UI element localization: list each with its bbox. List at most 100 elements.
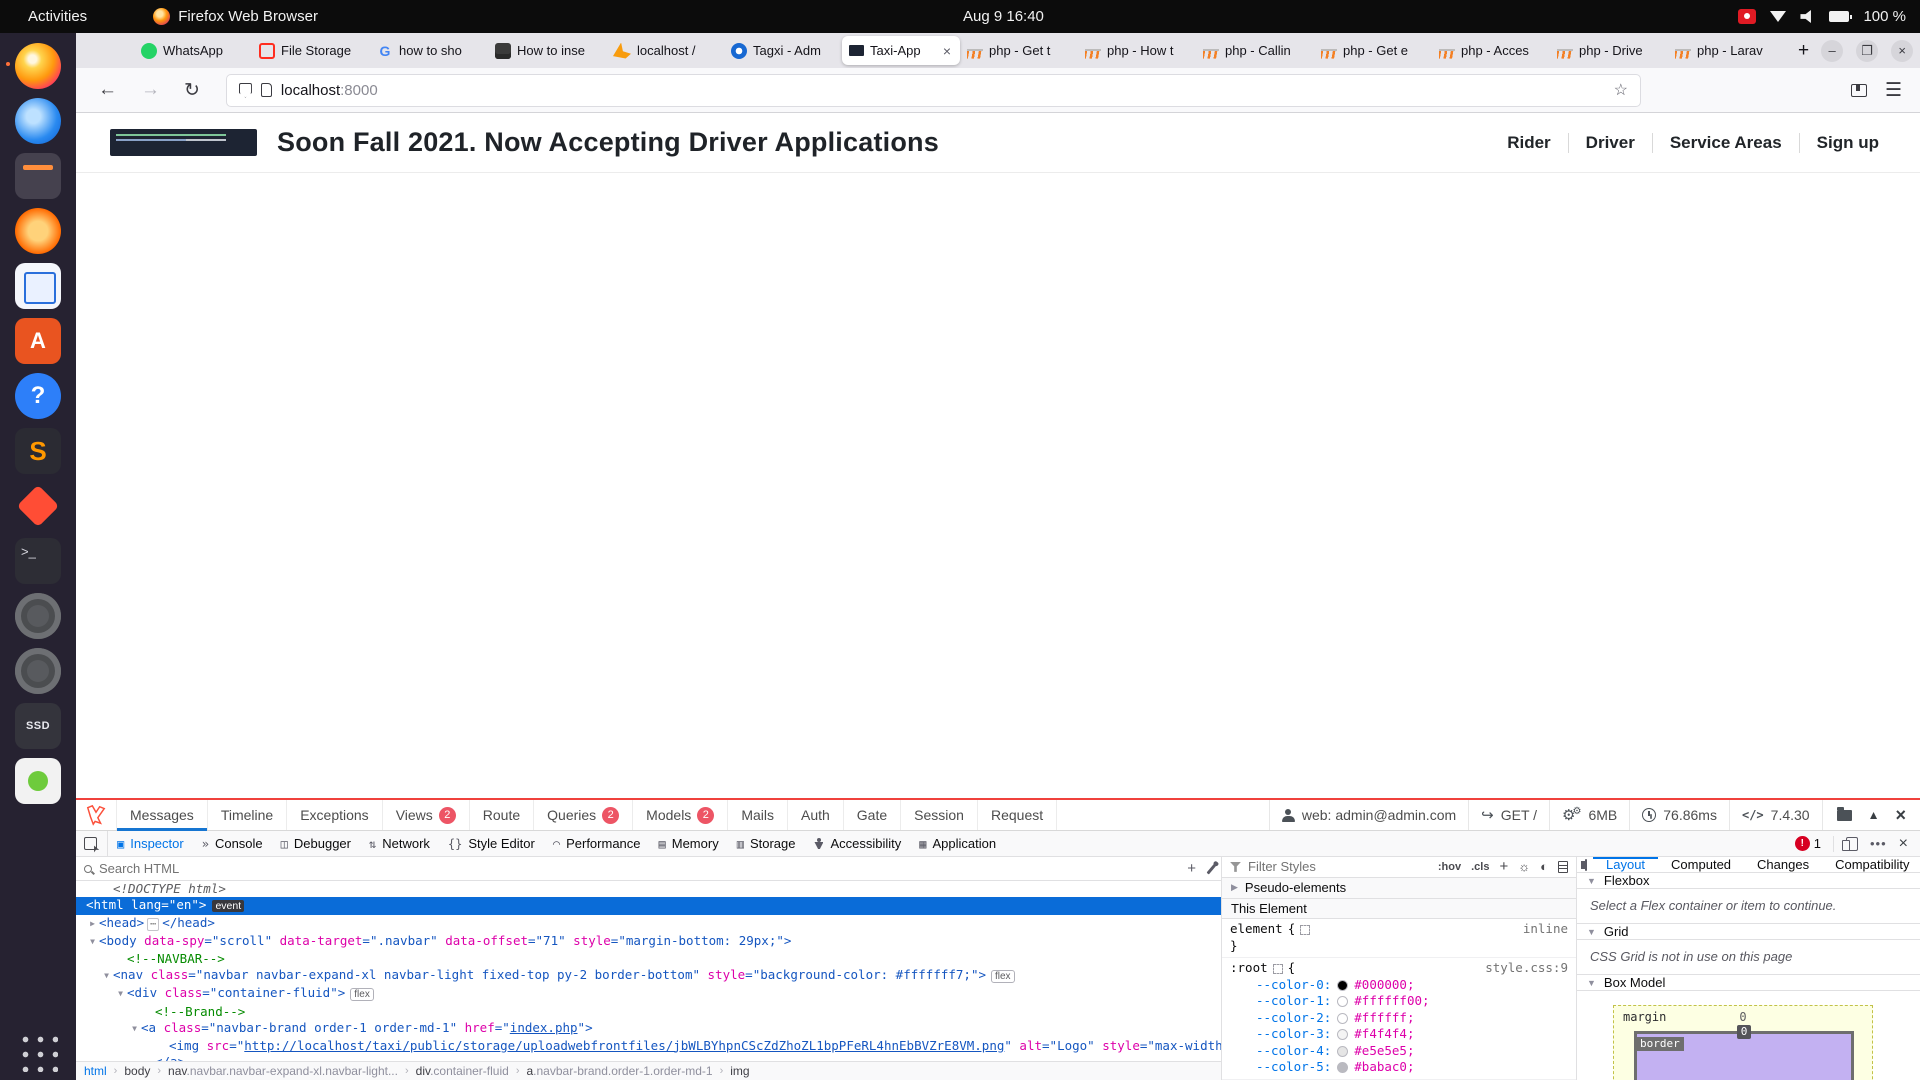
breadcrumb-item-nav[interactable]: nav.navbar.navbar-expand-xl.navbar-light… [168, 1064, 398, 1078]
box-model-margin[interactable]: margin 0 border 0 [1613, 1005, 1873, 1080]
rule-location-link[interactable]: style.css:9 [1485, 960, 1568, 977]
devtools-tab-storage[interactable]: ▥Storage [728, 831, 805, 856]
site-nav-link-rider[interactable]: Rider [1490, 133, 1567, 153]
devtools-menu-icon[interactable]: ••• [1870, 836, 1887, 851]
browser-tab-php-get-e[interactable]: php - Get e [1314, 36, 1432, 65]
site-nav-link-driver[interactable]: Driver [1569, 133, 1652, 153]
sidebar-tab-changes[interactable]: Changes [1744, 857, 1822, 872]
dock-icon-ubuntu-software[interactable]: A [15, 318, 61, 364]
twisty-icon[interactable]: ▼ [86, 934, 99, 950]
color-swatch-icon[interactable] [1337, 996, 1348, 1007]
breadcrumb-item-html[interactable]: html [84, 1064, 107, 1078]
sidebar-toggle-icon[interactable] [1585, 859, 1587, 871]
dock-icon-firefox[interactable] [15, 43, 61, 89]
css-variable-row[interactable]: --color-1:#ffffff00; [1230, 993, 1568, 1010]
debugbar-tab-views[interactable]: Views2 [383, 800, 470, 830]
debugbar-tab-mails[interactable]: Mails [728, 800, 788, 830]
color-swatch-icon[interactable] [1337, 1013, 1348, 1024]
debugbar-tab-gate[interactable]: Gate [844, 800, 901, 830]
root-style-rule[interactable]: :root { style.css:9 --color-0:#000000;--… [1222, 958, 1576, 1080]
dock-icon-libreoffice-writer[interactable] [15, 263, 61, 309]
debugbar-tab-timeline[interactable]: Timeline [208, 800, 287, 830]
markup-row[interactable]: ▼<nav class="navbar navbar-expand-xl nav… [76, 967, 1221, 985]
grid-section-header[interactable]: ▼Grid [1577, 924, 1920, 940]
browser-tab-php-how-t[interactable]: php - How t [1078, 36, 1196, 65]
menu-button[interactable]: ☰ [1885, 79, 1902, 102]
eyedropper-icon[interactable] [1206, 863, 1216, 874]
browser-tab-localhost-[interactable]: localhost / [606, 36, 724, 65]
debugbar-tab-request[interactable]: Request [978, 800, 1057, 830]
devtools-tab-console[interactable]: »Console [193, 831, 272, 856]
sidebar-tab-compatibility[interactable]: Compatibility [1822, 857, 1920, 872]
debugbar-tab-session[interactable]: Session [901, 800, 978, 830]
dock-icon-settings-b[interactable] [15, 648, 61, 694]
devtools-tab-application[interactable]: ▦Application [910, 831, 1005, 856]
markup-row[interactable]: ▼<body data-spy="scroll" data-target=".n… [76, 933, 1221, 950]
dock-icon-sublime-text[interactable]: S [15, 428, 61, 474]
box-model-border[interactable]: border 0 [1634, 1031, 1854, 1080]
css-variable-row[interactable]: --color-0:#000000; [1230, 977, 1568, 994]
site-logo-image[interactable] [110, 129, 257, 156]
print-media-icon[interactable] [1558, 861, 1568, 873]
markup-row[interactable]: </a> [76, 1054, 1221, 1061]
site-nav-link-sign-up[interactable]: Sign up [1800, 133, 1896, 153]
restore-button[interactable]: ❐ [1856, 40, 1878, 62]
toggle-hover-button[interactable]: :hov [1438, 861, 1461, 873]
browser-tab-tagxi-adm[interactable]: Tagxi - Adm [724, 36, 842, 65]
pick-element-button[interactable] [76, 831, 108, 856]
dock-icon-settings-a[interactable] [15, 593, 61, 639]
css-variable-row[interactable]: --color-5:#babac0; [1230, 1059, 1568, 1076]
markup-row[interactable]: ▶<head>⋯</head> [76, 915, 1221, 933]
bookmark-star-icon[interactable]: ☆ [1614, 80, 1628, 100]
border-value[interactable]: 0 [1737, 1025, 1752, 1039]
add-rule-button[interactable]: + [1499, 858, 1508, 875]
dark-theme-icon[interactable]: ◐ [1540, 859, 1548, 874]
devtools-tab-network[interactable]: ⇅Network [360, 831, 439, 856]
markup-row[interactable]: <html lang="en">event [76, 897, 1221, 914]
debugbar-tab-messages[interactable]: Messages [116, 800, 208, 830]
new-tab-button[interactable]: + [1786, 40, 1821, 62]
debugbar-tab-models[interactable]: Models2 [633, 800, 728, 830]
responsive-design-mode-icon[interactable] [1846, 837, 1858, 851]
box-model-section-header[interactable]: ▼Box Model [1577, 975, 1920, 991]
css-variable-row[interactable]: --color-3:#f4f4f4; [1230, 1026, 1568, 1043]
devtools-tab-debugger[interactable]: ◫Debugger [272, 831, 360, 856]
rule-location[interactable]: inline [1523, 921, 1568, 938]
dock-icon-thunderbird[interactable] [15, 98, 61, 144]
browser-tab-whatsapp[interactable]: WhatsApp [134, 36, 252, 65]
devtools-tab-style-editor[interactable]: {}Style Editor [439, 831, 544, 856]
markup-row[interactable]: <!DOCTYPE html> [76, 881, 1221, 897]
save-to-library-icon[interactable] [1851, 84, 1867, 97]
url-bar[interactable]: localhost:8000 ☆ [226, 74, 1641, 107]
laravel-logo-icon[interactable] [76, 800, 116, 830]
devtools-tab-accessibility[interactable]: Accessibility [804, 831, 910, 856]
close-button[interactable]: × [1891, 40, 1913, 62]
color-swatch-icon[interactable] [1337, 1046, 1348, 1057]
browser-tab-php-acces[interactable]: php - Acces [1432, 36, 1550, 65]
markup-row[interactable]: <!--NAVBAR--> [76, 951, 1221, 967]
light-theme-icon[interactable]: ☼ [1518, 859, 1530, 874]
debugbar-tab-auth[interactable]: Auth [788, 800, 844, 830]
dock-icon-help[interactable]: ? [15, 373, 61, 419]
error-count[interactable]: ! 1 [1795, 836, 1821, 851]
browser-tab-php-callin[interactable]: php - Callin [1196, 36, 1314, 65]
clock[interactable]: Aug 9 16:40 [963, 8, 1044, 25]
color-swatch-icon[interactable] [1337, 1062, 1348, 1073]
css-variable-row[interactable]: --color-4:#e5e5e5; [1230, 1043, 1568, 1060]
markup-row[interactable]: <img src="http://localhost/taxi/public/s… [76, 1038, 1221, 1054]
tab-close-icon[interactable]: × [941, 43, 953, 59]
devtools-tab-memory[interactable]: ▤Memory [650, 831, 728, 856]
devtools-tab-inspector[interactable]: ▣Inspector [108, 831, 193, 856]
collapse-icon[interactable]: ▲ [1868, 808, 1880, 822]
debugbar-close-icon[interactable]: × [1895, 806, 1906, 824]
browser-tab-php-get-t[interactable]: php - Get t [960, 36, 1078, 65]
breadcrumb-item-img[interactable]: img [730, 1064, 749, 1078]
minimize-button[interactable]: – [1821, 40, 1843, 62]
back-button[interactable]: ← [86, 79, 129, 101]
browser-tab-how-to-sho[interactable]: Ghow to sho [370, 36, 488, 65]
flexbox-section-header[interactable]: ▼Flexbox [1577, 873, 1920, 889]
forward-button[interactable]: → [129, 79, 172, 101]
browser-tab-php-larav[interactable]: php - Larav [1668, 36, 1786, 65]
markup-row[interactable]: ▼<div class="container-fluid">flex [76, 985, 1221, 1003]
dock-icon-files[interactable] [15, 153, 61, 199]
